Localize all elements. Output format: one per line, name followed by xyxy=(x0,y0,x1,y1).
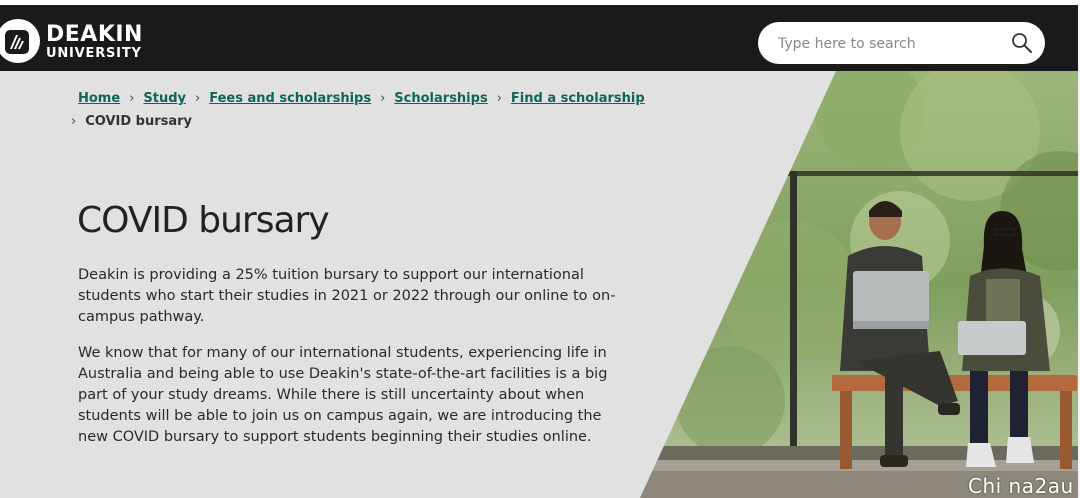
logo-line-1: DEAKIN xyxy=(46,22,143,47)
logo-wordmark[interactable]: DEAKIN UNIVERSITY xyxy=(46,22,143,61)
breadcrumb: Home › Study › Fees and scholarships › Scholar… xyxy=(78,91,645,106)
breadcrumb-study[interactable]: Study xyxy=(143,91,186,106)
breadcrumb-separator: › xyxy=(380,91,386,106)
search-icon[interactable] xyxy=(1010,31,1034,55)
breadcrumb-separator: › xyxy=(71,114,77,129)
breadcrumb-find-a-scholarship[interactable]: Find a scholarship xyxy=(511,91,645,106)
search-box xyxy=(758,22,1045,64)
page-title: COVID bursary xyxy=(77,200,330,241)
logo-line-2: UNIVERSITY xyxy=(46,46,142,61)
breadcrumb-separator: › xyxy=(129,91,135,106)
breadcrumb-scholarships[interactable]: Scholarships xyxy=(394,91,487,106)
breadcrumb-separator: › xyxy=(496,91,502,106)
deakin-logo-icon[interactable] xyxy=(5,30,29,54)
breadcrumb-home[interactable]: Home xyxy=(78,91,120,106)
hero-image xyxy=(640,71,1078,498)
site-header: DEAKIN UNIVERSITY xyxy=(0,5,1078,71)
body-paragraph: We know that for many of our internation… xyxy=(78,345,608,445)
breadcrumb-separator: › xyxy=(195,91,201,106)
search-input[interactable] xyxy=(776,32,1000,56)
page: DEAKIN UNIVERSITY Home›Study›Fees and sc… xyxy=(0,0,1078,498)
breadcrumb-current-row: › COVID bursary xyxy=(71,114,192,129)
watermark-text: Chi na2au xyxy=(968,474,1074,498)
breadcrumb-current: COVID bursary xyxy=(85,114,193,129)
intro-paragraph: Deakin is providing a 25% tuition bursar… xyxy=(78,267,616,325)
breadcrumb-fees-and-scholarships[interactable]: Fees and scholarships xyxy=(209,91,371,106)
